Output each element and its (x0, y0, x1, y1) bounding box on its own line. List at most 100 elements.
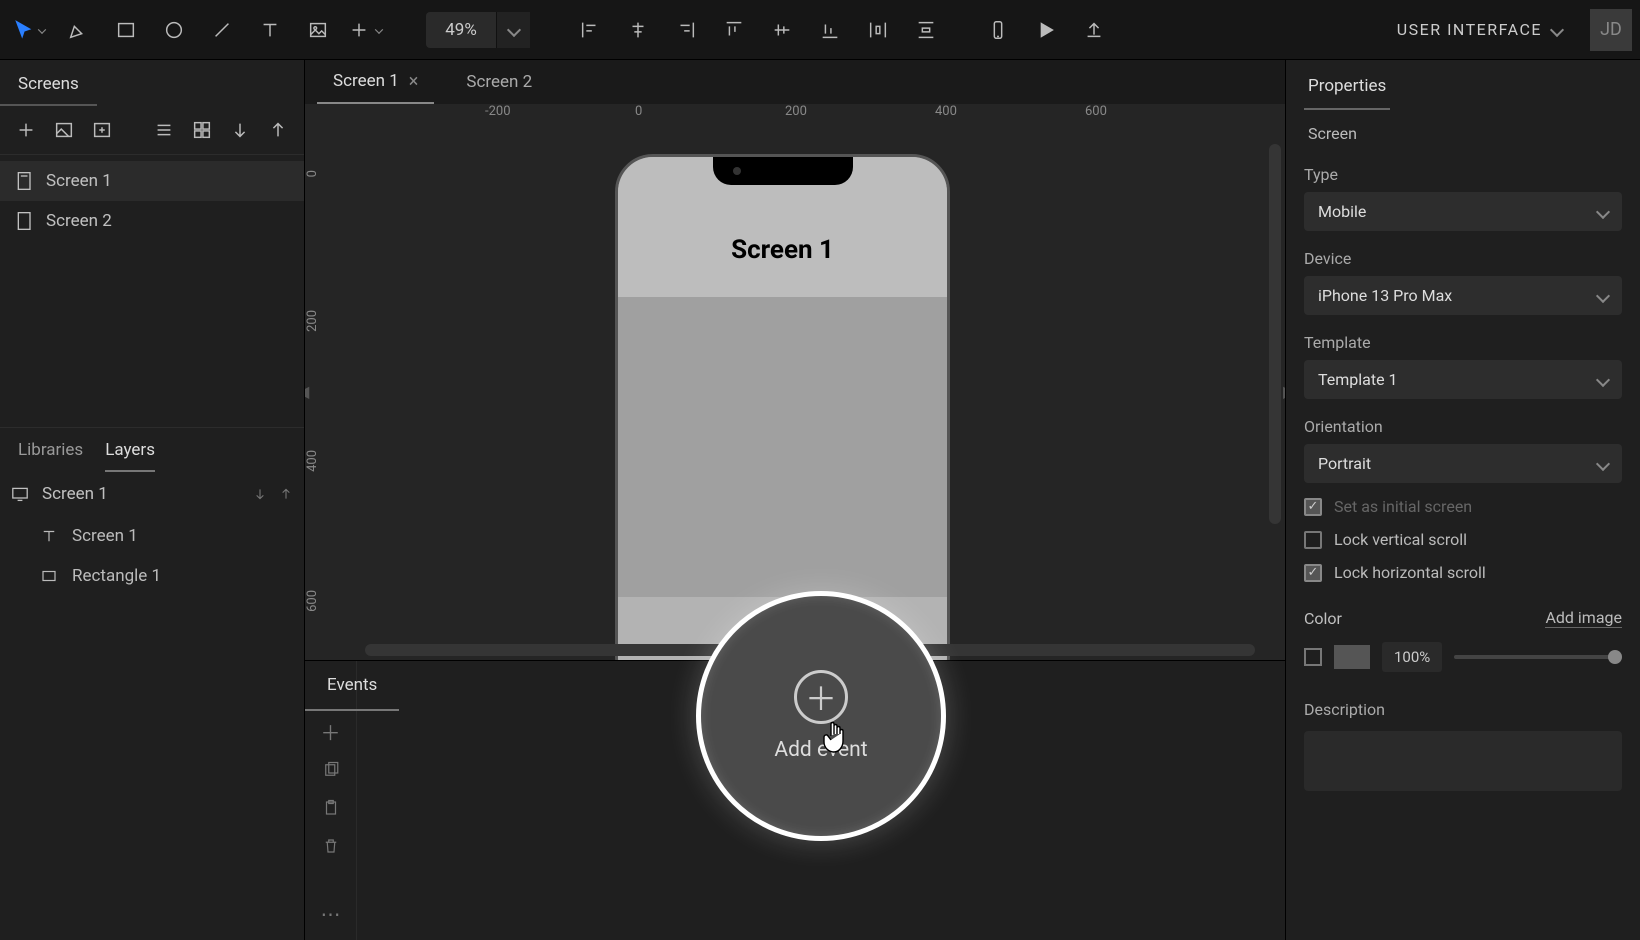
ruler-tick: 200 (785, 104, 807, 119)
screens-tab[interactable]: Screens (0, 60, 97, 106)
properties-tab[interactable]: Properties (1304, 60, 1390, 110)
close-icon[interactable]: × (409, 71, 419, 92)
add-image-link[interactable]: Add image (1545, 608, 1622, 628)
text-tool[interactable] (248, 8, 292, 52)
rect-layer-icon (40, 567, 58, 585)
device-mock[interactable]: Screen 1 (615, 154, 950, 660)
device-label: Device (1304, 249, 1622, 268)
cursor-hand-icon (817, 716, 857, 769)
screen-item-2[interactable]: Screen 2 (0, 201, 304, 241)
zoom-dropdown[interactable] (496, 12, 530, 48)
project-label: USER INTERFACE (1397, 20, 1542, 39)
line-tool[interactable] (200, 8, 244, 52)
device-body (618, 297, 947, 597)
initial-screen-checkbox[interactable]: ✓Set as initial screen (1304, 497, 1622, 516)
project-menu[interactable]: USER INTERFACE (1379, 20, 1580, 39)
list-view-icon[interactable] (150, 116, 178, 144)
screen-item-1[interactable]: Screen 1 (0, 161, 304, 201)
paste-event-icon[interactable] (322, 798, 340, 822)
ruler-tick: 400 (935, 104, 957, 119)
collapse-right-icon[interactable]: ▶ (1283, 382, 1285, 402)
copy-event-icon[interactable] (322, 760, 340, 784)
pointer-tool[interactable] (8, 8, 52, 52)
move-down-icon[interactable] (252, 486, 268, 502)
grid-view-icon[interactable] (188, 116, 216, 144)
image-tool[interactable] (296, 8, 340, 52)
add-folder-icon[interactable] (88, 116, 116, 144)
move-up-icon[interactable] (278, 486, 294, 502)
color-enable-checkbox[interactable] (1304, 648, 1322, 666)
checkbox-label: Set as initial screen (1334, 497, 1472, 516)
user-avatar[interactable]: JD (1590, 9, 1632, 51)
collapse-left-icon[interactable]: ◀ (305, 382, 307, 402)
tab-screen-1[interactable]: Screen 1 × (317, 61, 434, 104)
opacity-value[interactable]: 100% (1382, 642, 1442, 672)
checkbox-label: Lock vertical scroll (1334, 530, 1467, 549)
add-event-icon[interactable]: ＋ (321, 717, 341, 746)
libraries-tab[interactable]: Libraries (18, 440, 83, 472)
template-select[interactable]: Template 1 (1304, 360, 1622, 399)
rectangle-tool[interactable] (104, 8, 148, 52)
tab-label: Screen 1 (333, 71, 399, 91)
chevron-down-icon (1598, 202, 1608, 221)
orientation-label: Orientation (1304, 417, 1622, 436)
orientation-select[interactable]: Portrait (1304, 444, 1622, 483)
ruler-vertical: 0 200 400 600 (305, 130, 345, 660)
template-label: Template (1304, 333, 1622, 352)
ellipse-tool[interactable] (152, 8, 196, 52)
device-preview-icon[interactable] (976, 8, 1020, 52)
add-event-button[interactable]: ＋ Add event (696, 591, 946, 841)
zoom-control[interactable]: 49% (426, 12, 530, 48)
align-center-h-icon[interactable] (616, 8, 660, 52)
play-icon[interactable] (1024, 8, 1068, 52)
pen-tool[interactable] (56, 8, 100, 52)
add-image-screen-icon[interactable] (50, 116, 78, 144)
layer-root-label: Screen 1 (42, 484, 108, 504)
opacity-slider[interactable] (1454, 655, 1622, 659)
color-swatch[interactable] (1334, 645, 1370, 669)
ruler-tick: 200 (305, 310, 345, 332)
canvas[interactable]: -200 0 200 400 600 0 200 400 600 Screen … (305, 104, 1285, 660)
align-bottom-icon[interactable] (808, 8, 852, 52)
screen-label: Screen 1 (46, 171, 112, 191)
layer-item-rect[interactable]: Rectangle 1 (0, 556, 304, 596)
add-tool[interactable] (344, 8, 388, 52)
align-left-icon[interactable] (568, 8, 612, 52)
zoom-value[interactable]: 49% (426, 20, 496, 40)
sort-up-icon[interactable] (264, 116, 292, 144)
align-middle-icon[interactable] (760, 8, 804, 52)
distribute-h-icon[interactable] (856, 8, 900, 52)
screen-device-icon (10, 486, 30, 502)
layer-item-text[interactable]: Screen 1 (0, 516, 304, 556)
delete-event-icon[interactable] (322, 836, 340, 860)
description-input[interactable] (1304, 731, 1622, 791)
distribute-v-icon[interactable] (904, 8, 948, 52)
template-value: Template 1 (1318, 370, 1398, 389)
properties-panel: Properties Screen Type Mobile Device iPh… (1285, 60, 1640, 940)
layers-tab[interactable]: Layers (105, 440, 155, 472)
left-panel: Screens Screen 1 Screen 2 Libraries Laye… (0, 60, 305, 940)
orientation-value: Portrait (1318, 454, 1371, 473)
align-right-icon[interactable] (664, 8, 708, 52)
top-toolbar: 49% USER INTERFACE JD (0, 0, 1640, 60)
sort-down-icon[interactable] (226, 116, 254, 144)
chevron-down-icon (1598, 454, 1608, 473)
lock-vertical-checkbox[interactable]: Lock vertical scroll (1304, 530, 1622, 549)
type-select[interactable]: Mobile (1304, 192, 1622, 231)
scrollbar-vertical[interactable] (1269, 144, 1281, 524)
checkbox-label: Lock horizontal scroll (1334, 563, 1486, 582)
lock-horizontal-checkbox[interactable]: ✓Lock horizontal scroll (1304, 563, 1622, 582)
align-top-icon[interactable] (712, 8, 756, 52)
upload-icon[interactable] (1072, 8, 1116, 52)
ruler-tick: 0 (305, 170, 345, 177)
ruler-tick: 600 (1085, 104, 1107, 119)
screen-file-icon (16, 171, 34, 191)
ruler-horizontal: -200 0 200 400 600 (345, 104, 1285, 130)
add-screen-icon[interactable] (12, 116, 40, 144)
device-select[interactable]: iPhone 13 Pro Max (1304, 276, 1622, 315)
ruler-tick: -200 (485, 104, 511, 119)
layer-root[interactable]: Screen 1 (0, 472, 304, 516)
more-icon[interactable]: ⋯ (321, 902, 341, 926)
ruler-tick: 600 (305, 590, 345, 612)
tab-screen-2[interactable]: Screen 2 (450, 62, 548, 102)
